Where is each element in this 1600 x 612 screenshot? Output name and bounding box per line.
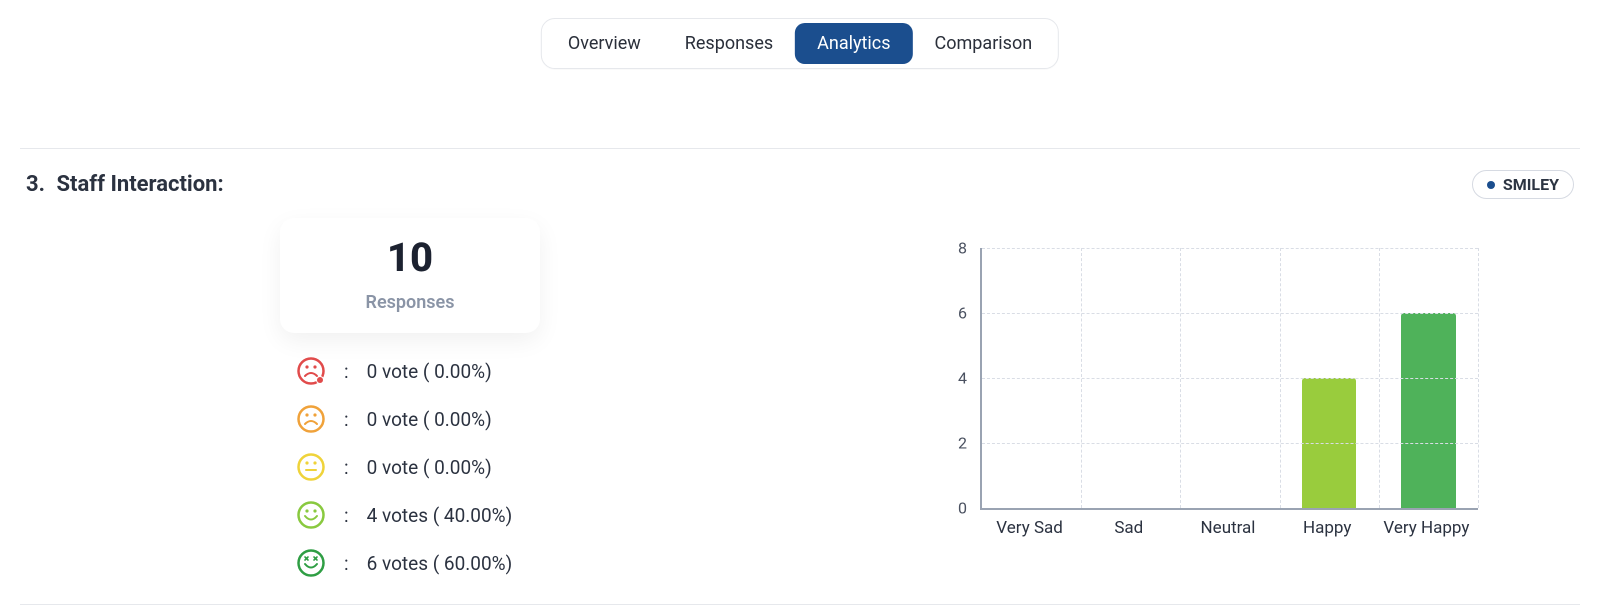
question-header: 3. Staff Interaction: SMILEY	[26, 170, 1574, 199]
responses-count: 10	[387, 238, 433, 278]
legend-text: 0 vote ( 0.00%)	[367, 360, 492, 383]
tab-responses[interactable]: Responses	[663, 23, 795, 64]
legend-text: 0 vote ( 0.00%)	[367, 408, 492, 431]
legend-colon: :	[344, 456, 349, 479]
very-sad-icon	[296, 356, 326, 386]
question-title: 3. Staff Interaction:	[26, 172, 224, 197]
chart-ytick: 8	[958, 239, 967, 258]
chart-ytick: 4	[958, 369, 967, 388]
legend-colon: :	[344, 504, 349, 527]
sad-icon	[296, 404, 326, 434]
legend-colon: :	[344, 552, 349, 575]
chart-xlabel: Neutral	[1201, 518, 1256, 538]
tab-analytics[interactable]: Analytics	[795, 23, 912, 64]
responses-card: 10 Responses	[280, 218, 540, 333]
legend-row: : 0 vote ( 0.00%)	[296, 404, 512, 434]
legend-colon: :	[344, 360, 349, 383]
chart: 02468 Very SadSadNeutralHappyVery Happy	[940, 238, 1490, 538]
legend: : 0 vote ( 0.00%) : 0 vote ( 0.00%) : 0 …	[296, 356, 512, 578]
question-number: 3.	[26, 172, 45, 197]
chart-xlabel: Happy	[1303, 518, 1351, 538]
legend-colon: :	[344, 408, 349, 431]
tab-overview[interactable]: Overview	[546, 23, 663, 64]
legend-row: : 6 votes ( 60.00%)	[296, 548, 512, 578]
neutral-icon	[296, 452, 326, 482]
happy-icon	[296, 500, 326, 530]
chart-xlabels: Very Sad Sad Neutral Happy Very Happy	[980, 514, 1478, 538]
question-type-badge: SMILEY	[1472, 170, 1574, 199]
chart-xlabel: Very Sad	[996, 518, 1063, 538]
tabs: Overview Responses Analytics Comparison	[541, 18, 1059, 69]
legend-row: : 4 votes ( 40.00%)	[296, 500, 512, 530]
section-divider	[20, 604, 1580, 605]
question-title-text: Staff Interaction:	[56, 172, 223, 197]
tab-comparison[interactable]: Comparison	[913, 23, 1055, 64]
badge-dot	[1487, 181, 1495, 189]
legend-row: : 0 vote ( 0.00%)	[296, 452, 512, 482]
chart-ytick: 6	[958, 304, 967, 323]
chart-xlabel: Very Happy	[1383, 518, 1469, 538]
chart-xlabel: Sad	[1114, 518, 1143, 538]
chart-plot: 02468	[980, 248, 1478, 510]
legend-row: : 0 vote ( 0.00%)	[296, 356, 512, 386]
legend-text: 0 vote ( 0.00%)	[367, 456, 492, 479]
chart-ytick: 0	[958, 499, 967, 518]
badge-label: SMILEY	[1503, 175, 1559, 194]
legend-text: 6 votes ( 60.00%)	[367, 552, 513, 575]
section-divider	[20, 148, 1580, 149]
responses-label: Responses	[366, 292, 455, 313]
chart-bar	[1401, 313, 1456, 508]
very-happy-icon	[296, 548, 326, 578]
legend-text: 4 votes ( 40.00%)	[367, 504, 513, 527]
chart-ytick: 2	[958, 434, 967, 453]
